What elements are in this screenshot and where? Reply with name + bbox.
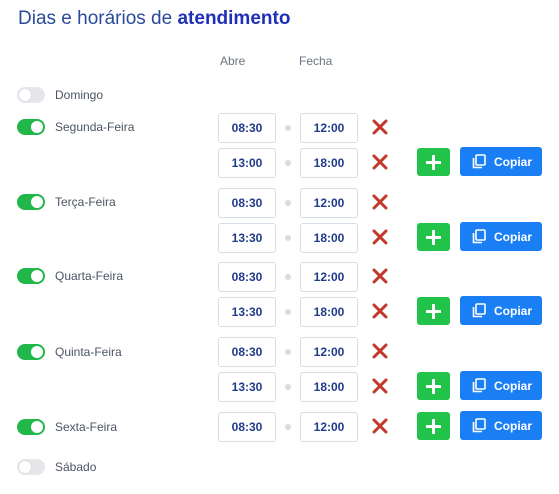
- page-title-emphasis: atendimento: [177, 8, 291, 29]
- copy-button-label: Copiar: [494, 419, 533, 433]
- toggle-domingo[interactable]: [17, 87, 45, 103]
- separator-dot: [285, 200, 291, 206]
- copy-button-label: Copiar: [494, 304, 533, 318]
- copy-button[interactable]: Copiar: [460, 296, 542, 325]
- plus-icon: [426, 419, 441, 434]
- toggle-knob: [19, 89, 31, 101]
- toggle-sabado[interactable]: [17, 459, 45, 475]
- toggle-knob: [31, 346, 43, 358]
- toggle-knob: [31, 196, 43, 208]
- open-time-input[interactable]: [218, 188, 276, 218]
- separator-dot: [285, 424, 291, 430]
- toggle-knob: [31, 270, 43, 282]
- open-time-input[interactable]: [218, 113, 276, 143]
- toggle-knob: [31, 421, 43, 433]
- plus-icon: [426, 304, 441, 319]
- close-icon[interactable]: [371, 377, 389, 395]
- plus-icon: [426, 155, 441, 170]
- copy-icon: [472, 154, 486, 169]
- open-time-input[interactable]: [218, 337, 276, 367]
- toggle-terca-feira[interactable]: [17, 194, 45, 210]
- separator-dot: [285, 125, 291, 131]
- separator-dot: [285, 274, 291, 280]
- copy-button-label: Copiar: [494, 155, 533, 169]
- page-title-prefix: Dias e horários de: [18, 8, 173, 29]
- day-label-domingo: Domingo: [55, 88, 104, 102]
- add-time-slot-button[interactable]: [417, 297, 450, 325]
- toggle-knob: [31, 121, 43, 133]
- open-time-input[interactable]: [218, 148, 276, 178]
- day-label-segunda-feira: Segunda-Feira: [55, 120, 135, 134]
- add-time-slot-button[interactable]: [417, 148, 450, 176]
- close-icon[interactable]: [371, 342, 389, 360]
- close-time-input[interactable]: [300, 223, 358, 253]
- separator-dot: [285, 309, 291, 315]
- toggle-sexta-feira[interactable]: [17, 419, 45, 435]
- close-time-input[interactable]: [300, 412, 358, 442]
- toggle-quinta-feira[interactable]: [17, 344, 45, 360]
- copy-button[interactable]: Copiar: [460, 411, 542, 440]
- close-icon[interactable]: [371, 267, 389, 285]
- open-time-input[interactable]: [218, 372, 276, 402]
- close-column-header: Fecha: [299, 54, 333, 68]
- day-label-quarta-feira: Quarta-Feira: [55, 269, 124, 283]
- copy-icon: [472, 303, 486, 318]
- copy-button[interactable]: Copiar: [460, 371, 542, 400]
- open-time-input[interactable]: [218, 223, 276, 253]
- copy-button[interactable]: Copiar: [460, 222, 542, 251]
- add-time-slot-button[interactable]: [417, 223, 450, 251]
- close-icon[interactable]: [371, 302, 389, 320]
- separator-dot: [285, 235, 291, 241]
- day-label-sexta-feira: Sexta-Feira: [55, 420, 118, 434]
- day-label-quinta-feira: Quinta-Feira: [55, 345, 122, 359]
- toggle-segunda-feira[interactable]: [17, 119, 45, 135]
- close-time-input[interactable]: [300, 188, 358, 218]
- day-label-sabado: Sábado: [55, 460, 97, 474]
- open-time-input[interactable]: [218, 262, 276, 292]
- page-title: Dias e horários de atendimento: [18, 8, 290, 30]
- close-time-input[interactable]: [300, 262, 358, 292]
- day-label-terca-feira: Terça-Feira: [55, 195, 116, 209]
- separator-dot: [285, 349, 291, 355]
- separator-dot: [285, 384, 291, 390]
- copy-icon: [472, 229, 486, 244]
- copy-button-label: Copiar: [494, 230, 533, 244]
- close-icon[interactable]: [371, 228, 389, 246]
- copy-icon: [472, 378, 486, 393]
- close-icon[interactable]: [371, 118, 389, 136]
- close-time-input[interactable]: [300, 148, 358, 178]
- close-icon[interactable]: [371, 417, 389, 435]
- separator-dot: [285, 160, 291, 166]
- close-time-input[interactable]: [300, 372, 358, 402]
- copy-button-label: Copiar: [494, 379, 533, 393]
- add-time-slot-button[interactable]: [417, 372, 450, 400]
- open-time-input[interactable]: [218, 297, 276, 327]
- add-time-slot-button[interactable]: [417, 412, 450, 440]
- copy-icon: [472, 418, 486, 433]
- close-time-input[interactable]: [300, 297, 358, 327]
- close-time-input[interactable]: [300, 337, 358, 367]
- close-icon[interactable]: [371, 193, 389, 211]
- plus-icon: [426, 230, 441, 245]
- close-icon[interactable]: [371, 153, 389, 171]
- open-time-input[interactable]: [218, 412, 276, 442]
- plus-icon: [426, 379, 441, 394]
- open-column-header: Abre: [220, 54, 246, 68]
- close-time-input[interactable]: [300, 113, 358, 143]
- copy-button[interactable]: Copiar: [460, 147, 542, 176]
- toggle-quarta-feira[interactable]: [17, 268, 45, 284]
- toggle-knob: [19, 461, 31, 473]
